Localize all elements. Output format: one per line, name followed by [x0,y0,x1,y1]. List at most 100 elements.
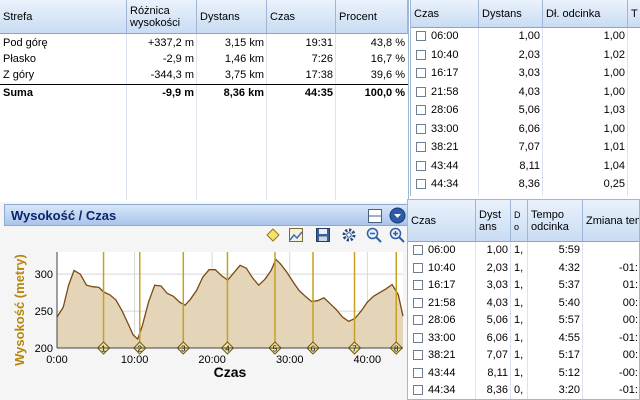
split-time: 28:06 [431,104,459,116]
split-segment-pace: 5:59 [558,244,580,256]
split-distance: 6,06 [518,122,540,135]
chart-split-marker-label: 6 [311,345,316,354]
split-row[interactable]: 38:21 7,07 1, 5:17 00: [408,347,639,363]
split-row-checkbox[interactable] [416,142,426,152]
splits-top-col-time[interactable]: Czas [411,0,479,28]
zones-row-flat[interactable]: Płasko -2,9 m 1,46 km 7:26 16,7 % [0,51,408,67]
elevation-time-chart[interactable]: 12345678 2002503000:00 10:00 20:00 30:00 40:… [0,248,408,400]
zone-percent: 16,7 % [370,53,405,65]
split-row-checkbox[interactable] [413,245,423,255]
splits-table-bottom: Czas Dyst ans D o Tempo odcinka Zmiana t… [407,199,640,400]
zone-elev-diff: +337,2 m [147,37,194,49]
split-segment: 1, [514,296,524,309]
split-row-checkbox[interactable] [416,123,426,134]
gear-icon[interactable] [341,227,357,243]
split-time: 44:34 [431,178,459,190]
split-row-checkbox[interactable] [413,315,423,325]
zones-row-uphill[interactable]: Pod górę +337,2 m 3,15 km 19:31 43,8 % [0,35,408,51]
chart-split-marker-label: 1 [101,345,106,354]
split-segment-length: 1,02 [603,48,625,61]
split-segment-pace: 5:37 [558,279,580,291]
zones-col-percent[interactable]: Procent [336,0,408,34]
zoom-out-icon[interactable] [366,227,382,243]
split-distance: 1,00 [518,30,540,42]
split-row-checkbox[interactable] [416,68,426,78]
zones-table-header: Strefa Różnica wysokości Dystans Czas Pr… [0,0,408,34]
save-disk-icon[interactable] [315,227,331,243]
splits-bottom-col-time[interactable]: Czas [408,200,476,242]
split-row[interactable]: 21:58 4,03 1,00 [411,84,640,100]
splits-top-col-distance[interactable]: Dystans [479,0,543,28]
chart-image-icon[interactable] [288,227,304,243]
split-row[interactable]: 44:34 8,36 0, 3:20 -01: [408,382,639,398]
split-row-checkbox[interactable] [416,31,426,41]
split-row[interactable]: 16:17 3,03 1,00 [411,65,640,81]
splits-bottom-col-segment-pace[interactable]: Tempo odcinka [528,200,583,242]
splits-bottom-col-segment[interactable]: D o [511,200,528,242]
diamond-marker-icon[interactable] [265,227,281,243]
split-segment-pace: 5:12 [558,366,580,379]
split-segment-length: 1,00 [603,122,625,135]
grid-toggle-icon[interactable] [367,208,383,224]
split-row-checkbox[interactable] [416,105,426,115]
elevation-chart-panel: Wysokość / Czas 123 4 5 6 7 8 200 250 30… [0,202,408,400]
chart-x-tick-label: 0:00 [46,354,67,366]
splits-bottom-col-pace-change[interactable]: Zmiana temp [583,200,639,242]
split-row-checkbox[interactable] [416,49,426,60]
split-segment-length: 1,00 [603,85,625,98]
split-row-checkbox[interactable] [413,297,423,308]
split-row-checkbox[interactable] [413,385,423,395]
splits-top-col-pace[interactable]: T [628,0,640,28]
zones-col-distance[interactable]: Dystans [197,0,267,34]
split-row-checkbox[interactable] [416,86,426,97]
split-distance: 8,11 [519,159,540,172]
split-time: 33:00 [431,122,459,135]
split-distance: 8,11 [487,366,508,379]
split-row-checkbox[interactable] [416,179,426,189]
split-time: 06:00 [431,30,459,42]
split-row[interactable]: 33:00 6,06 1,00 [411,121,640,137]
split-row[interactable]: 28:06 5,06 1,03 [411,102,640,118]
split-distance: 5,06 [518,104,540,116]
zones-col-time[interactable]: Czas [267,0,336,34]
split-row[interactable]: 10:40 2,03 1, 4:32 -01: [408,260,639,276]
split-time: 06:00 [428,244,456,256]
split-row[interactable]: 43:44 8,11 1, 5:12 -00: [408,365,639,381]
split-row[interactable]: 38:21 7,07 1,01 [411,139,640,155]
split-distance: 7,07 [486,349,508,361]
split-row[interactable]: 28:06 5,06 1, 5:57 00: [408,312,639,328]
split-row[interactable]: 06:00 1,00 1,00 [411,28,640,44]
split-distance: 3,03 [486,279,508,291]
zones-row-downhill[interactable]: Z góry -344,3 m 3,75 km 17:38 39,6 % [0,67,408,83]
split-row-checkbox[interactable] [413,280,423,290]
split-row[interactable]: 21:58 4,03 1, 5:40 00: [408,295,639,311]
zones-col-elev-diff[interactable]: Różnica wysokości [127,0,197,34]
zones-col-zone[interactable]: Strefa [0,0,127,34]
split-time: 16:17 [431,67,459,79]
split-segment-pace: 5:17 [558,349,580,361]
zones-row-total[interactable]: Suma -9,9 m 8,36 km 44:35 100,0 % [0,85,408,101]
split-row-checkbox[interactable] [413,367,423,378]
split-row[interactable]: 06:00 1,00 1, 5:59 [408,242,639,258]
split-row[interactable]: 10:40 2,03 1,02 [411,47,640,63]
split-row-checkbox[interactable] [413,332,423,343]
zone-percent: 39,6 % [370,69,405,81]
split-distance: 1,00 [486,244,508,256]
splits-bottom-body: 06:00 1,00 1, 5:59 10:40 2,03 1, 4:32 -01: 16:17 3… [408,242,639,399]
split-segment-pace: 3:20 [558,384,580,396]
dropdown-circle-icon[interactable] [389,207,406,224]
splits-top-col-segment-length[interactable]: Dł. odcinka [543,0,628,28]
split-time: 16:17 [428,279,456,291]
split-row-checkbox[interactable] [416,160,426,171]
split-row[interactable]: 33:00 6,06 1, 4:55 -01: [408,330,639,346]
split-row[interactable]: 44:34 8,36 0,25 [411,176,640,192]
zone-elev-diff: -344,3 m [150,69,194,81]
splits-bottom-col-distance[interactable]: Dyst ans [476,200,511,242]
zoom-in-icon[interactable] [389,227,405,243]
zone-total-distance: 8,36 km [223,87,264,99]
split-row[interactable]: 43:44 8,11 1,04 [411,158,640,174]
split-row-checkbox[interactable] [413,262,423,273]
zone-total-percent: 100,0 % [364,87,405,99]
split-row-checkbox[interactable] [413,350,423,360]
split-row[interactable]: 16:17 3,03 1, 5:37 01: [408,277,639,293]
